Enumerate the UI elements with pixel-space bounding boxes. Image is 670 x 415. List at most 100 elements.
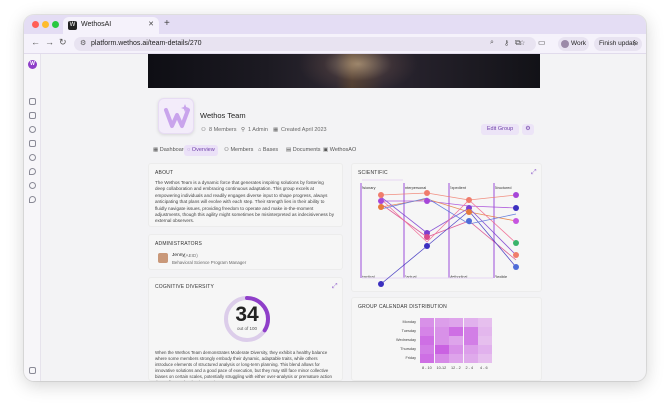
sci-point (424, 190, 430, 196)
tab-documents[interactable]: ▤ Documents (283, 145, 324, 156)
heatmap-cell[interactable] (449, 318, 463, 327)
pin-icon[interactable] (29, 196, 36, 203)
maximize-window-button[interactable] (52, 21, 59, 28)
minimize-window-button[interactable] (42, 21, 49, 28)
tab-members[interactable]: ⚇ Members (221, 145, 256, 156)
sci-point (466, 218, 472, 224)
heatmap-cell[interactable] (463, 336, 478, 345)
admin-count: 1 Admin (248, 127, 268, 133)
home-icon[interactable] (29, 98, 36, 105)
sci-point (378, 198, 384, 204)
team-banner-image (148, 54, 540, 88)
sci-point (513, 252, 519, 258)
browser-tab-bar: W WethosAI ✕ + (24, 15, 646, 34)
sci-point (513, 240, 519, 246)
heatmap-cell[interactable] (434, 318, 449, 327)
calendar-distribution-card: GROUP CALENDAR DISTRIBUTION Monday Tuesda… (351, 297, 542, 381)
chart-icon[interactable] (29, 112, 36, 119)
site-settings-icon[interactable]: ⚙ (80, 39, 86, 47)
heatmap-cell[interactable] (463, 327, 478, 336)
zoom-icon[interactable]: ⌕ (490, 39, 494, 47)
heatmap-cell[interactable] (478, 354, 492, 363)
heatmap-cell[interactable] (434, 345, 449, 354)
diversity-score: 34 (235, 303, 259, 326)
tab-overview[interactable]: ◌ Overview (184, 145, 218, 156)
location-icon[interactable] (29, 168, 36, 175)
heatmap-cell[interactable] (463, 345, 478, 354)
settings-icon[interactable]: ⚙ (522, 124, 534, 135)
heatmap-cell[interactable] (449, 336, 463, 345)
cognitive-diversity-card: COGNITIVE DIVERSITY ⤢ 34 out of 100 When… (148, 277, 343, 381)
heatmap-day-label: Tuesday (401, 329, 416, 333)
page-tabs: ▦ Dashboard ◌ Overview ⚇ Members ⌂ Bases… (150, 145, 550, 157)
team-icon[interactable] (29, 154, 36, 161)
heatmap-cell[interactable] (420, 327, 434, 336)
url-text[interactable]: platform.wethos.ai/team-details/270 (91, 40, 202, 47)
tab-wethosao[interactable]: ▣ WethosAO (320, 145, 359, 156)
address-bar[interactable]: ⚙ platform.wethos.ai/team-details/270 ⌕ … (74, 37, 536, 51)
wethos-favicon-icon: W (68, 21, 77, 30)
members-icon: ⚇ (201, 127, 206, 133)
heatmap-slot-label: 12 - 2 (451, 366, 461, 370)
sci-point (513, 218, 519, 224)
extensions-icon[interactable]: ⧉ (515, 38, 521, 48)
heatmap-cell[interactable] (478, 345, 492, 354)
admin-role: Behavioral Science Program Manager (172, 260, 247, 265)
side-panel-icon[interactable]: ▭ (538, 38, 546, 47)
heatmap-day-label: Friday (405, 356, 416, 360)
heatmap-cell[interactable] (478, 336, 492, 345)
browser-tab[interactable]: W WethosAI ✕ (63, 17, 159, 34)
team-name: Wethos Team (200, 111, 246, 120)
calendar-icon[interactable] (29, 140, 36, 147)
sci-axis-1 (360, 183, 362, 278)
heatmap-cell[interactable] (434, 336, 449, 345)
user-icon[interactable] (29, 126, 36, 133)
heatmap-cell[interactable] (420, 318, 434, 327)
sci-point (513, 264, 519, 270)
forward-arrow-icon[interactable]: → (45, 37, 54, 47)
team-logo (158, 98, 194, 134)
cognitive-diversity-title: COGNITIVE DIVERSITY (155, 284, 215, 290)
heatmap-slot-label: 4 - 6 (480, 366, 488, 370)
profile-button[interactable]: Work (558, 37, 589, 51)
close-window-button[interactable] (32, 21, 39, 28)
collapse-sidebar-icon[interactable] (29, 367, 36, 374)
heatmap-cell[interactable] (463, 354, 478, 363)
sci-axis-3 (448, 183, 450, 278)
profile-label: Work (571, 40, 587, 47)
back-arrow-icon[interactable]: ← (31, 37, 40, 47)
password-key-icon[interactable]: ⚷ (504, 39, 509, 47)
close-tab-icon[interactable]: ✕ (148, 20, 154, 28)
heatmap-slot-label: 2 - 4 (465, 366, 474, 370)
wethos-logo-icon[interactable]: W (28, 60, 37, 69)
heatmap-cell[interactable] (449, 345, 463, 354)
heatmap-cell[interactable] (434, 327, 449, 336)
members-count: 8 Members (209, 127, 237, 133)
calendar-small-icon: ▦ (273, 127, 279, 133)
heatmap-cell[interactable] (478, 327, 492, 336)
sci-axis-2 (403, 183, 405, 278)
heatmap-slot-label: 10-12 (436, 366, 447, 370)
heatmap-cell[interactable] (449, 327, 463, 336)
main-content: Wethos Team ⚇ 8 Members ⚲ 1 Admin ▦ Crea… (41, 54, 646, 381)
edit-group-button[interactable]: Edit Group (481, 124, 519, 135)
heatmap-cell[interactable] (420, 336, 434, 345)
reload-icon[interactable]: ↻ (59, 37, 67, 48)
finish-update-button[interactable]: Finish update ⋮ (594, 37, 642, 51)
heatmap-cell[interactable] (449, 354, 463, 363)
tab-bases[interactable]: ⌂ Bases (255, 145, 281, 156)
calendar-heatmap: Monday Tuesday Wednesday Thursday Friday 8 - … (352, 298, 543, 381)
heatmap-cell[interactable] (478, 318, 492, 327)
admin-name[interactable]: Jenny (172, 253, 185, 258)
more-menu-icon[interactable]: ⋮ (631, 39, 638, 47)
new-tab-icon[interactable]: + (164, 18, 170, 29)
profile-avatar (561, 40, 569, 48)
heatmap-cell[interactable] (420, 354, 434, 363)
expand-icon[interactable]: ⤢ (332, 283, 338, 291)
heatmap-cell[interactable] (420, 345, 434, 354)
admin-avatar[interactable] (158, 253, 168, 263)
heatmap-cell[interactable] (434, 354, 449, 363)
heatmap-cell[interactable] (463, 318, 478, 327)
refresh-icon[interactable] (29, 182, 36, 189)
sci-point (378, 281, 384, 287)
